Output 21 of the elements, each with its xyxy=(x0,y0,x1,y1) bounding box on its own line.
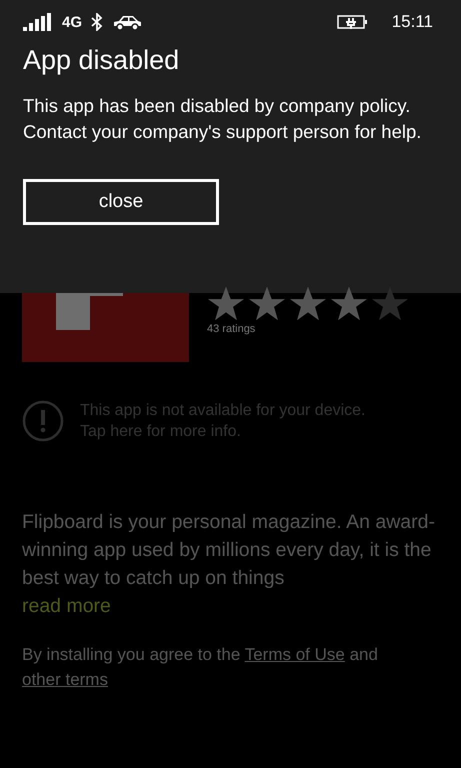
bluetooth-icon xyxy=(91,13,104,31)
close-button[interactable]: close xyxy=(23,179,219,225)
battery-charging-icon xyxy=(336,14,369,30)
app-description: Flipboard is your personal magazine. An award-winning app used by millions every day, it is the best way to catch up on things xyxy=(22,510,436,591)
star-icon xyxy=(248,285,286,321)
other-terms-link[interactable]: other terms xyxy=(22,670,108,689)
dialog-title: App disabled xyxy=(23,45,180,76)
signal-icon xyxy=(23,13,53,31)
car-icon xyxy=(112,13,142,31)
read-more-link[interactable]: read more xyxy=(22,592,439,620)
network-type: 4G xyxy=(62,14,82,30)
app-logo-icon xyxy=(22,293,189,362)
star-icon xyxy=(207,285,245,321)
ratings-count: 43 ratings xyxy=(207,323,256,335)
warning-icon xyxy=(22,400,64,442)
dialog-message: This app has been disabled by company policy. Contact your company's support person for help. xyxy=(23,94,422,144)
terms-of-use-link[interactable]: Terms of Use xyxy=(244,645,345,664)
terms-text: By installing you agree to the Terms of Use and other terms xyxy=(22,644,379,691)
star-icon xyxy=(330,285,368,321)
clock-time: 15:11 xyxy=(392,12,433,32)
star-icon xyxy=(289,285,327,321)
